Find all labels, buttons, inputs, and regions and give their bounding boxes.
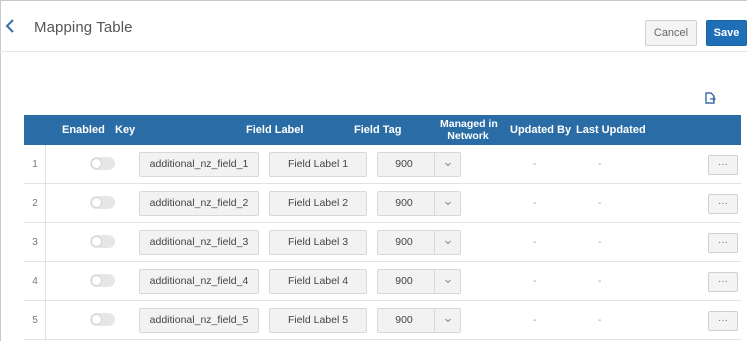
- cancel-button[interactable]: Cancel: [645, 20, 697, 46]
- row-actions-button[interactable]: ···: [708, 311, 738, 331]
- updated-by-value: -: [533, 237, 537, 248]
- last-updated-value: -: [598, 315, 602, 326]
- enabled-toggle[interactable]: [90, 196, 115, 209]
- row-number: 1: [32, 159, 38, 170]
- updated-by-value: -: [533, 159, 537, 170]
- toggle-knob: [91, 236, 102, 247]
- row-number: 2: [32, 198, 38, 209]
- field-label-input[interactable]: Field Label 1: [269, 152, 367, 177]
- key-field[interactable]: additional_nz_field_2: [139, 191, 259, 216]
- table-row: 5 additional_nz_field_5 Field Label 5 90…: [24, 301, 741, 340]
- field-tag-select[interactable]: 900: [377, 191, 461, 216]
- toggle-knob: [91, 158, 102, 169]
- last-updated-value: -: [598, 276, 602, 287]
- select-divider: [434, 231, 435, 254]
- save-button[interactable]: Save: [706, 20, 747, 46]
- page-header: Mapping Table Cancel Save: [0, 0, 747, 52]
- chevron-down-icon[interactable]: [436, 309, 460, 332]
- chevron-down-icon[interactable]: [436, 153, 460, 176]
- row-actions-button[interactable]: ···: [708, 233, 738, 253]
- chevron-down-icon[interactable]: [436, 231, 460, 254]
- field-tag-select[interactable]: 900: [377, 269, 461, 294]
- key-field[interactable]: additional_nz_field_5: [139, 308, 259, 333]
- field-tag-select[interactable]: 900: [377, 230, 461, 255]
- field-label-input[interactable]: Field Label 2: [269, 191, 367, 216]
- row-actions-button[interactable]: ···: [708, 272, 738, 292]
- table-header: Enabled Key Field Label Field Tag Manage…: [24, 115, 741, 145]
- field-tag-select[interactable]: 900: [377, 152, 461, 177]
- last-updated-value: -: [598, 159, 602, 170]
- enabled-toggle[interactable]: [90, 157, 115, 170]
- chevron-down-icon[interactable]: [436, 192, 460, 215]
- page-title: Mapping Table: [34, 19, 133, 36]
- chevron-left-icon[interactable]: [2, 18, 18, 34]
- toggle-knob: [91, 197, 102, 208]
- table-row: 4 additional_nz_field_4 Field Label 4 90…: [24, 262, 741, 301]
- export-icon[interactable]: [703, 91, 717, 105]
- select-divider: [434, 270, 435, 293]
- column-managed-line2: Network: [447, 130, 489, 142]
- field-tag-select[interactable]: 900: [377, 308, 461, 333]
- table-row: 1 additional_nz_field_1 Field Label 1 90…: [24, 145, 741, 184]
- row-actions-button[interactable]: ···: [708, 194, 738, 214]
- table-row: 2 additional_nz_field_2 Field Label 2 90…: [24, 184, 741, 223]
- select-divider: [434, 153, 435, 176]
- row-actions-button[interactable]: ···: [708, 155, 738, 175]
- table-row: 3 additional_nz_field_3 Field Label 3 90…: [24, 223, 741, 262]
- chevron-down-icon[interactable]: [436, 270, 460, 293]
- column-last-updated[interactable]: Last Updated: [576, 115, 646, 145]
- field-tag-value: 900: [395, 197, 413, 209]
- column-field-tag[interactable]: Field Tag: [354, 115, 401, 145]
- column-managed-line1: Managed in: [440, 118, 498, 130]
- enabled-toggle[interactable]: [90, 313, 115, 326]
- select-divider: [434, 192, 435, 215]
- toggle-knob: [91, 275, 102, 286]
- enabled-toggle[interactable]: [90, 235, 115, 248]
- updated-by-value: -: [533, 276, 537, 287]
- field-label-input[interactable]: Field Label 4: [269, 269, 367, 294]
- column-managed-in-network[interactable]: Managed in Network: [440, 118, 498, 148]
- toggle-knob: [91, 314, 102, 325]
- enabled-toggle[interactable]: [90, 274, 115, 287]
- last-updated-value: -: [598, 198, 602, 209]
- column-field-label[interactable]: Field Label: [246, 115, 303, 145]
- column-key[interactable]: Key: [115, 115, 135, 145]
- updated-by-value: -: [533, 198, 537, 209]
- field-label-input[interactable]: Field Label 5: [269, 308, 367, 333]
- field-tag-value: 900: [395, 236, 413, 248]
- field-tag-value: 900: [395, 275, 413, 287]
- select-divider: [434, 309, 435, 332]
- row-number: 4: [32, 276, 38, 287]
- last-updated-value: -: [598, 237, 602, 248]
- field-tag-value: 900: [395, 158, 413, 170]
- key-field[interactable]: additional_nz_field_4: [139, 269, 259, 294]
- updated-by-value: -: [533, 315, 537, 326]
- row-number: 3: [32, 237, 38, 248]
- column-updated-by[interactable]: Updated By: [510, 115, 571, 145]
- key-field[interactable]: additional_nz_field_3: [139, 230, 259, 255]
- column-enabled[interactable]: Enabled: [62, 115, 105, 145]
- row-number: 5: [32, 315, 38, 326]
- key-field[interactable]: additional_nz_field_1: [139, 152, 259, 177]
- field-label-input[interactable]: Field Label 3: [269, 230, 367, 255]
- field-tag-value: 900: [395, 314, 413, 326]
